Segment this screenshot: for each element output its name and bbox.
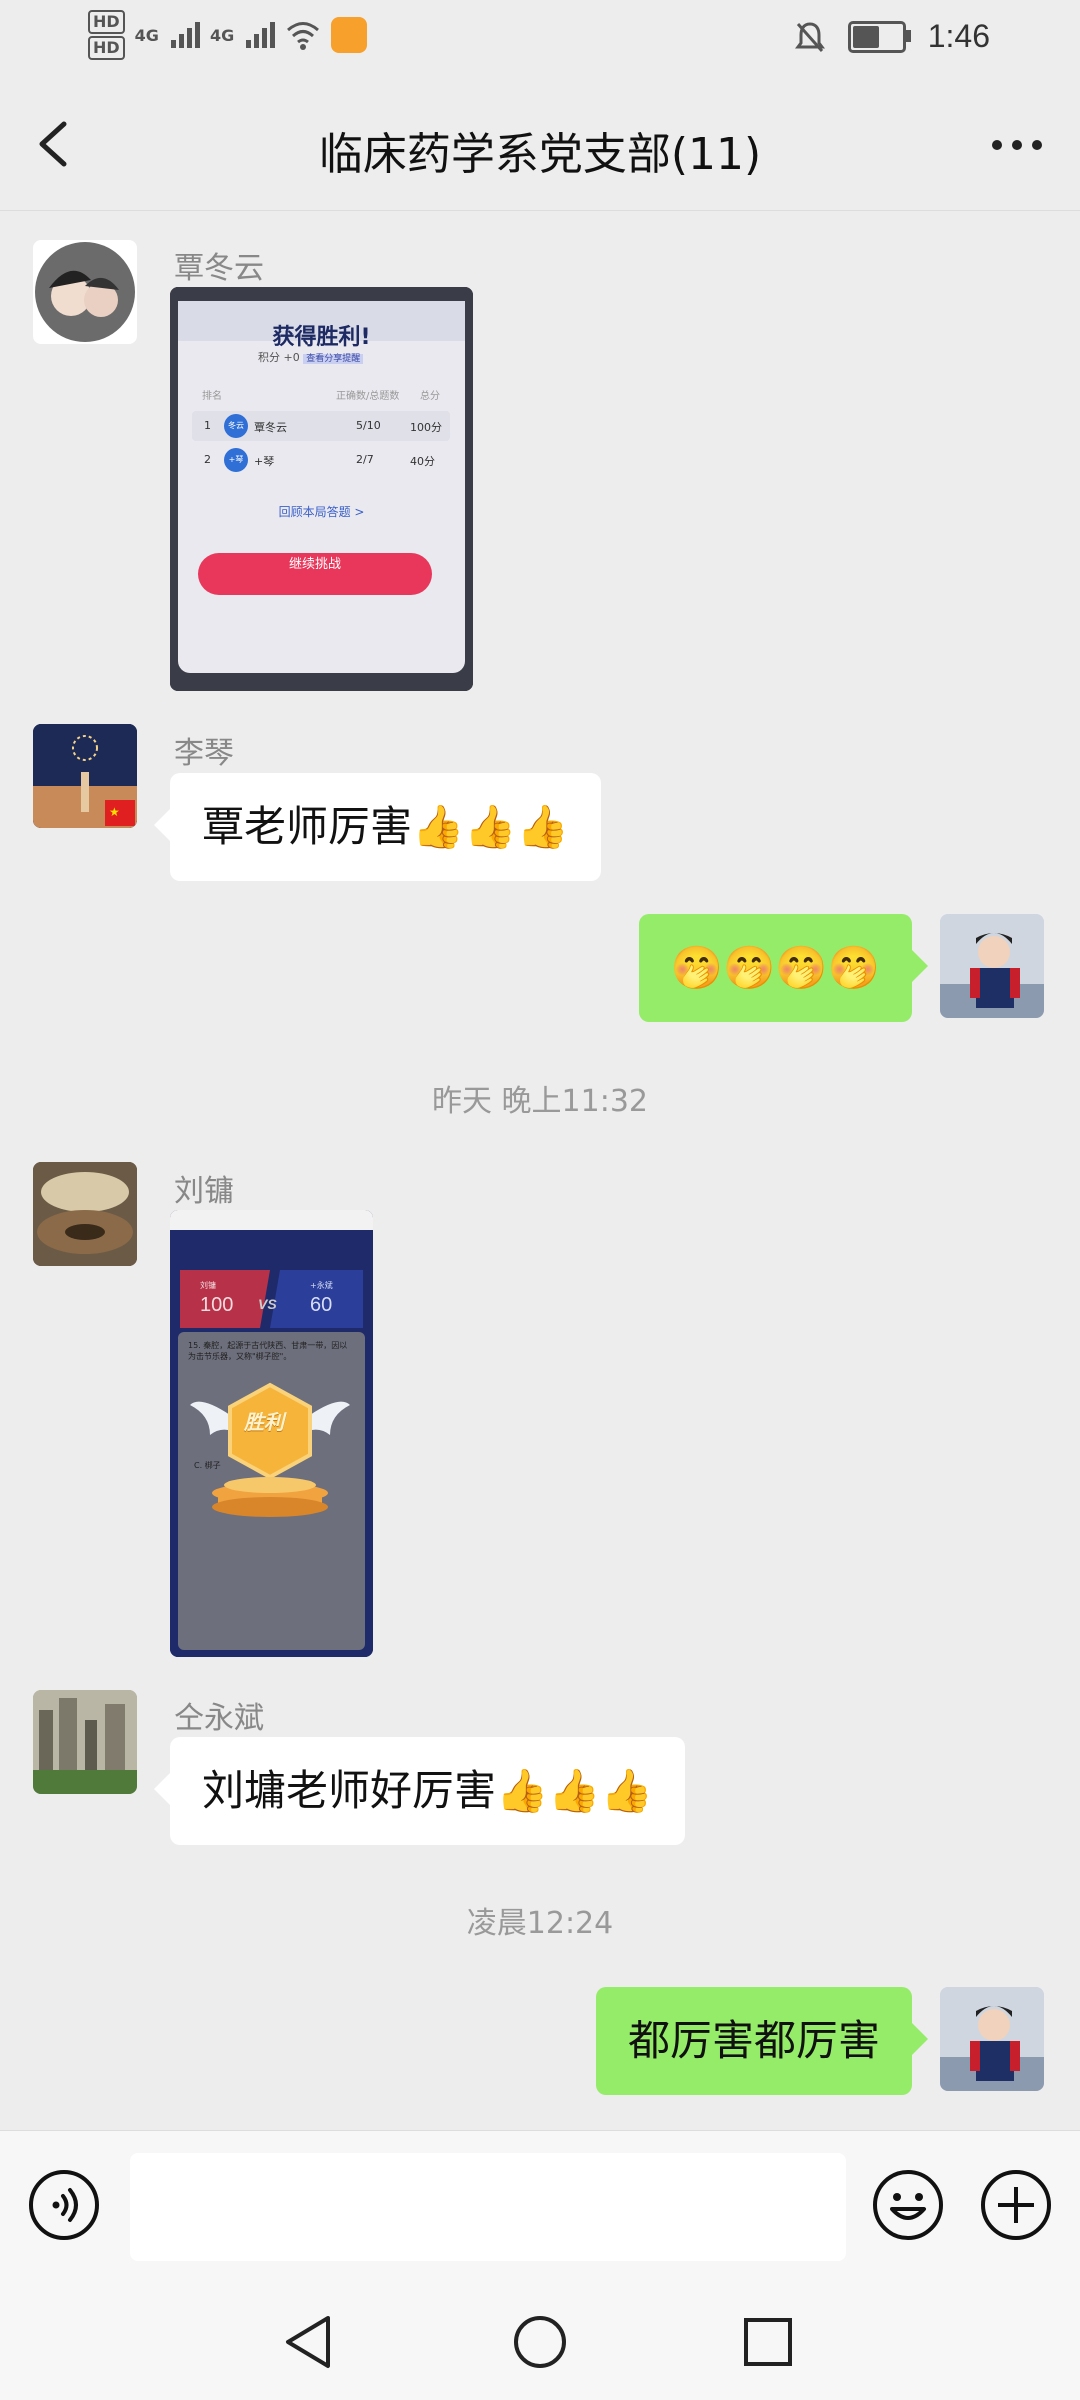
- status-left: HD HD 4G 4G: [88, 10, 368, 60]
- hd-icon: HD: [88, 10, 125, 34]
- col-points: 总分: [420, 391, 440, 402]
- emoji-icon[interactable]: [872, 2169, 944, 2241]
- clock: 1:46: [927, 18, 990, 54]
- player-right: +永斌: [310, 1281, 333, 1290]
- network-type-label: 4G: [134, 25, 159, 45]
- sender-name: 仝永斌: [174, 1701, 264, 1736]
- vs-label: VS: [258, 1296, 277, 1312]
- system-nav-bar: [0, 2276, 1080, 2400]
- row-name: +琴: [254, 455, 275, 468]
- signal-bars-icon: [246, 22, 276, 48]
- row-correct: 2/7: [356, 453, 374, 466]
- review-link: 回顾本局答题 >: [278, 505, 365, 519]
- sender-name: 刘镛: [174, 1174, 234, 1209]
- timestamp: 昨天 晚上11:32: [432, 1084, 648, 1119]
- row-avatar: +琴: [224, 448, 248, 472]
- nav-home-icon[interactable]: [512, 2314, 568, 2370]
- col-correct: 正确数/总题数: [336, 391, 400, 402]
- image-score-tag: 查看分享提醒: [303, 354, 364, 364]
- victory-label: 胜利: [244, 1410, 284, 1434]
- status-right: 1:46: [794, 18, 990, 55]
- col-rank: 排名: [202, 391, 222, 402]
- image-message[interactable]: 100 60 刘镛 +永斌 VS 15. 秦腔，起源于古代陕西、甘肃一带，因以 …: [170, 1210, 373, 1657]
- plus-icon[interactable]: [980, 2169, 1052, 2241]
- row-correct: 5/10: [356, 419, 381, 432]
- sender-name: 李琴: [174, 736, 234, 771]
- message-bubble[interactable]: 刘墉老师好厉害👍👍👍: [154, 1737, 685, 1845]
- avatar[interactable]: [940, 1987, 1044, 2091]
- avatar[interactable]: [33, 1162, 137, 1266]
- signal-bars-icon: [170, 22, 200, 48]
- hd-icon: HD: [88, 36, 125, 60]
- status-bar: HD HD 4G 4G 1:46: [0, 0, 1080, 78]
- row-points: 100分: [410, 421, 442, 434]
- svg-text:★: ★: [109, 805, 120, 819]
- avatar[interactable]: [33, 240, 137, 344]
- message-bubble[interactable]: 🤭🤭🤭🤭: [638, 914, 929, 1022]
- row-avatar: 冬云: [224, 414, 248, 438]
- image-message[interactable]: 获得胜利! 积分 +0 查看分享提醒 排名 正确数/总题数 总分 1 冬云 覃冬…: [170, 287, 473, 691]
- row-rank: 1: [204, 419, 211, 432]
- image-score: 积分 +0: [258, 351, 300, 364]
- row-points: 40分: [410, 455, 435, 468]
- avatar[interactable]: [33, 1690, 137, 1794]
- question-text: 15. 秦腔，起源于古代陕西、甘肃一带，因以 为击节乐器，又称"梆子腔"。: [188, 1341, 364, 1361]
- player-left: 刘镛: [200, 1281, 216, 1290]
- result-row: 2 +琴 +琴 2/7 40分: [192, 445, 450, 475]
- row-rank: 2: [204, 453, 211, 466]
- chat-header: 临床药学系党支部(11): [0, 78, 1080, 211]
- chat-title: 临床药学系党支部(11): [318, 129, 762, 180]
- more-icon[interactable]: [990, 130, 1044, 160]
- score-right: 60: [310, 1294, 333, 1316]
- battery-icon: [847, 20, 911, 53]
- nav-back-icon[interactable]: [282, 2314, 334, 2370]
- avatar[interactable]: ★: [33, 724, 137, 828]
- image-title: 获得胜利!: [272, 325, 371, 350]
- victory-trophy-icon: [190, 1382, 350, 1517]
- nav-recents-icon[interactable]: [742, 2316, 794, 2368]
- sender-name: 覃冬云: [174, 251, 264, 286]
- message-bubble[interactable]: 都厉害都厉害: [595, 1987, 929, 2095]
- mute-bell-icon: [794, 21, 825, 52]
- hd-indicators: HD HD: [88, 10, 125, 60]
- voice-icon[interactable]: [28, 2169, 100, 2241]
- continue-button: 继续挑战: [198, 553, 432, 595]
- message-input[interactable]: [130, 2153, 846, 2261]
- avatar[interactable]: [940, 914, 1044, 1018]
- result-row: 1 冬云 覃冬云 5/10 100分: [192, 411, 450, 441]
- message-bubble[interactable]: 覃老师厉害👍👍👍: [154, 773, 601, 881]
- wifi-icon: [287, 22, 320, 50]
- row-name: 覃冬云: [254, 421, 287, 434]
- network-type-label: 4G: [209, 25, 235, 45]
- input-bar: [0, 2130, 1080, 2277]
- score-left: 100: [200, 1294, 234, 1316]
- app-notification-icon: [331, 17, 368, 53]
- timestamp: 凌晨12:24: [466, 1906, 614, 1941]
